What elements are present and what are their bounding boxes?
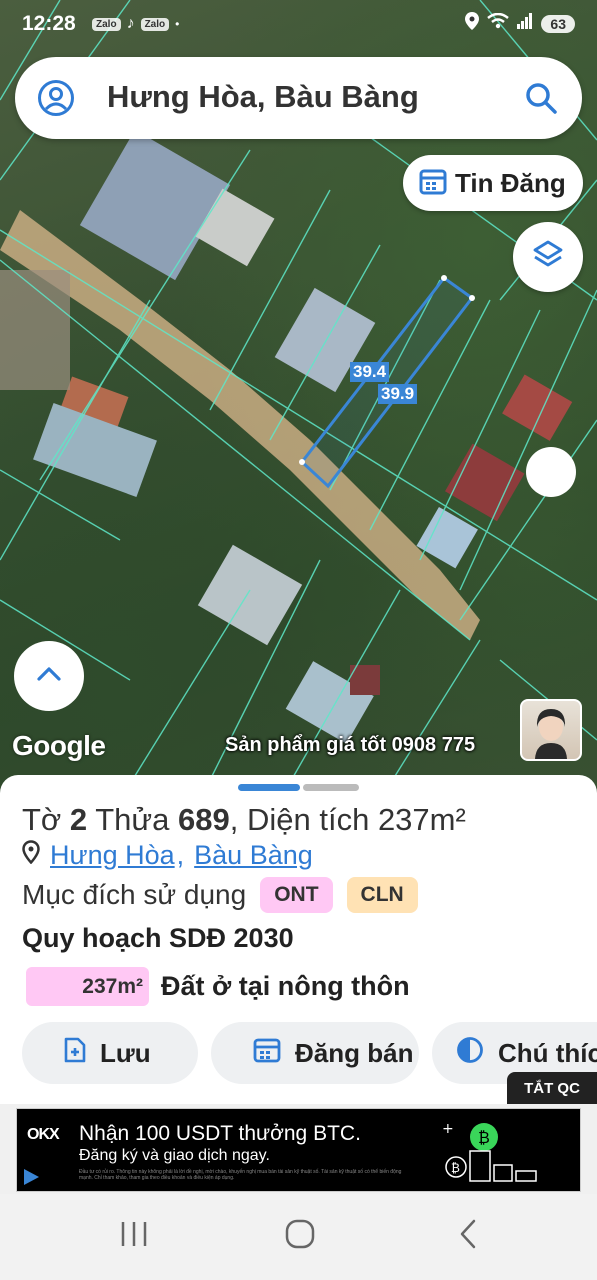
bitcoin-illustration: ₿ ₿ + xyxy=(442,1115,542,1192)
land-use-chip-ont[interactable]: ONT xyxy=(260,877,333,913)
ad-title: Nhận 100 USDT thưởng BTC. xyxy=(79,1122,361,1145)
post-sale-button-label: Đăng bán xyxy=(295,1037,414,1068)
signal-icon xyxy=(517,13,533,34)
ad-banner[interactable]: OKX Nhận 100 USDT thưởng BTC. Đăng ký và… xyxy=(0,1104,597,1194)
sheet-handle[interactable] xyxy=(238,784,300,791)
layers-icon xyxy=(532,239,564,276)
calendar-icon xyxy=(253,1037,281,1070)
land-use-label: Mục đích sử dụng xyxy=(22,879,247,910)
svg-text:+: + xyxy=(442,1121,454,1137)
plan-area-chip: 237m² xyxy=(26,967,149,1006)
legend-button-label: Chú thích xyxy=(498,1037,597,1068)
land-use-chip-cln[interactable]: CLN xyxy=(346,877,418,913)
back-button[interactable] xyxy=(448,1216,488,1256)
system-nav-bar xyxy=(0,1194,597,1280)
plan-title: Quy hoạch SDĐ 2030 xyxy=(22,923,294,953)
area-value: 237m² xyxy=(377,802,466,837)
promo-avatar[interactable] xyxy=(520,699,582,761)
recent-apps-button[interactable] xyxy=(114,1216,154,1256)
zalo-icon: Zalo xyxy=(92,17,121,31)
location-row: Hưng Hòa, Bàu Bàng xyxy=(22,840,313,871)
battery-indicator: 63 xyxy=(541,14,575,33)
parcel-dimension-label: 39.4 xyxy=(350,362,390,382)
hide-ads-button[interactable]: TẮT QC xyxy=(507,1072,597,1104)
search-input[interactable]: Hưng Hòa, Bàu Bàng xyxy=(107,79,419,115)
ad-content[interactable]: OKX Nhận 100 USDT thưởng BTC. Đăng ký và… xyxy=(16,1108,581,1192)
sheet-label: Tờ xyxy=(22,802,62,837)
map-handle-button[interactable] xyxy=(526,447,576,497)
parcel-dimension-label: 39.9 xyxy=(378,384,418,404)
land-use-row: Mục đích sử dụng ONT CLN xyxy=(22,877,418,913)
chevron-up-icon xyxy=(36,666,62,687)
status-icons: 63 xyxy=(465,12,575,35)
plan-area-description: Đất ở tại nông thôn xyxy=(161,971,410,1001)
save-button[interactable]: Lưu xyxy=(22,1022,198,1084)
calendar-icon xyxy=(419,167,447,200)
promo-text[interactable]: Sản phẩm giá tốt 0908 775 xyxy=(225,734,475,757)
svg-text:₿: ₿ xyxy=(451,1161,460,1175)
tiktok-icon: ♪ xyxy=(126,15,135,32)
recent-apps-icon xyxy=(119,1220,149,1253)
parcel-info-sheet: Tờ 2 Thửa 689, Diện tích 237m² Hưng Hòa,… xyxy=(0,775,597,1105)
account-icon[interactable] xyxy=(37,79,75,117)
location-pin-icon xyxy=(22,840,40,871)
wifi-icon xyxy=(487,12,510,34)
back-icon xyxy=(458,1218,478,1255)
area-label: Diện tích xyxy=(246,802,370,837)
location-icon xyxy=(465,12,480,35)
zalo-icon: Zalo xyxy=(140,17,170,31)
status-time: 12:28 xyxy=(22,12,76,35)
listings-button[interactable]: Tin Đăng xyxy=(403,155,583,211)
expand-up-button[interactable] xyxy=(14,641,84,711)
sheet-handle[interactable] xyxy=(303,784,359,791)
search-icon[interactable] xyxy=(524,81,558,115)
dot-icon: • xyxy=(175,17,180,31)
layers-button[interactable] xyxy=(513,222,583,292)
contrast-icon xyxy=(456,1036,484,1071)
parcel-title: Tờ 2 Thửa 689, Diện tích 237m² xyxy=(22,802,466,837)
home-button[interactable] xyxy=(280,1216,320,1256)
svg-text:₿: ₿ xyxy=(478,1128,490,1147)
listings-button-label: Tin Đăng xyxy=(455,167,566,198)
notification-icons: Zalo ♪ Zalo • xyxy=(92,15,179,33)
ad-brand-logo: OKX xyxy=(27,1126,60,1143)
status-bar: 12:28 Zalo ♪ Zalo • 63 xyxy=(0,0,597,50)
sheet-number: 2 xyxy=(69,802,88,837)
ad-subtitle: Đăng ký và giao dịch ngay. xyxy=(79,1147,270,1164)
post-sale-button[interactable]: Đăng bán xyxy=(211,1022,419,1084)
home-icon xyxy=(284,1218,316,1255)
plot-label: Thửa xyxy=(95,802,170,837)
save-button-label: Lưu xyxy=(100,1037,151,1068)
add-document-icon xyxy=(64,1037,86,1070)
plot-number: 689 xyxy=(178,802,230,837)
ward-link[interactable]: Hưng Hòa xyxy=(50,840,175,871)
search-bar[interactable]: Hưng Hòa, Bàu Bàng xyxy=(15,57,582,139)
ad-fine-print: Đầu tư có rủi ro. Thông tin này không ph… xyxy=(79,1169,402,1181)
plan-area-row: 237m² Đất ở tại nông thôn xyxy=(26,967,410,1006)
district-link[interactable]: Bàu Bàng xyxy=(194,840,313,871)
ad-choices-icon[interactable] xyxy=(20,1166,42,1188)
google-logo: Google xyxy=(12,730,106,761)
